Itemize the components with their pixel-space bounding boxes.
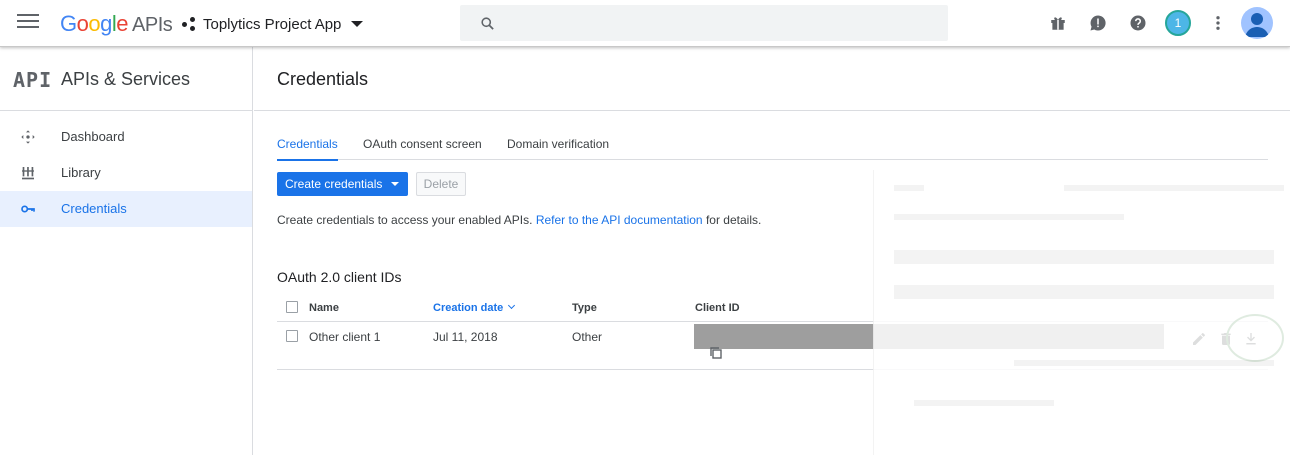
tab-credentials[interactable]: Credentials: [277, 137, 338, 161]
info-text: Create credentials to access your enable…: [277, 213, 761, 227]
top-bar: Google APIs Toplytics Project App 1: [0, 0, 1290, 47]
project-icon: [182, 17, 196, 31]
sidebar-item-dashboard[interactable]: Dashboard: [0, 119, 252, 155]
notification-badge[interactable]: 1: [1165, 10, 1191, 36]
project-name: Toplytics Project App: [203, 15, 342, 33]
column-header-name[interactable]: Name: [309, 302, 339, 314]
client-name-link[interactable]: Other client 1: [309, 330, 380, 344]
help-icon[interactable]: [1129, 14, 1147, 32]
sidebar: API APIs & Services Dashboard Library Cr…: [0, 47, 253, 455]
background-overlay: [873, 170, 1290, 455]
project-selector[interactable]: Toplytics Project App: [182, 13, 364, 35]
api-logo-icon: API: [13, 68, 53, 92]
page-title: Credentials: [277, 69, 369, 89]
api-documentation-link[interactable]: Refer to the API documentation: [536, 213, 703, 227]
client-type: Other: [572, 330, 603, 344]
section-title: OAuth 2.0 client IDs: [277, 269, 402, 285]
sidebar-item-credentials[interactable]: Credentials: [0, 191, 252, 227]
select-all-checkbox[interactable]: [286, 301, 298, 313]
sidebar-item-library[interactable]: Library: [0, 155, 252, 191]
caret-down-icon: [351, 21, 364, 27]
page-header: Credentials: [254, 47, 1290, 111]
column-header-label: Creation date: [433, 302, 504, 314]
column-header-type[interactable]: Type: [572, 302, 597, 314]
account-icon: [1245, 13, 1269, 37]
sort-arrow-icon: [508, 301, 516, 310]
search-icon: [481, 17, 494, 30]
sidebar-nav: Dashboard Library Credentials: [0, 119, 252, 227]
sidebar-item-label: Library: [61, 165, 101, 180]
column-header-creation-date[interactable]: Creation date: [433, 301, 516, 314]
tab-bar: Credentials OAuth consent screen Domain …: [277, 135, 1268, 161]
more-vert-icon[interactable]: [1209, 14, 1227, 32]
avatar[interactable]: [1241, 7, 1273, 39]
sidebar-item-label: Credentials: [61, 201, 127, 216]
info-suffix: for details.: [705, 213, 762, 227]
caret-down-icon: [391, 182, 399, 186]
create-credentials-button[interactable]: Create credentials: [277, 172, 408, 196]
dashboard-icon: [21, 130, 35, 144]
search-input[interactable]: [510, 11, 930, 35]
tab-oauth-consent-screen[interactable]: OAuth consent screen: [363, 137, 482, 159]
sidebar-header: API APIs & Services: [0, 47, 252, 111]
logo-google-text: Google: [60, 11, 129, 36]
row-checkbox[interactable]: [286, 330, 298, 342]
tab-domain-verification[interactable]: Domain verification: [507, 137, 609, 159]
menu-icon[interactable]: [17, 14, 39, 32]
sidebar-title: APIs & Services: [61, 69, 191, 89]
info-prefix: Create credentials to access your enable…: [277, 213, 533, 227]
delete-button[interactable]: Delete: [416, 172, 466, 196]
column-header-client-id[interactable]: Client ID: [695, 302, 740, 314]
creation-date: Jul 11, 2018: [433, 330, 498, 344]
library-icon: [22, 167, 34, 180]
feedback-icon[interactable]: [1089, 14, 1107, 32]
google-apis-logo[interactable]: Google APIs: [60, 11, 173, 37]
copy-icon[interactable]: [710, 347, 722, 359]
create-credentials-label: Create credentials: [285, 177, 383, 191]
sidebar-item-label: Dashboard: [61, 129, 125, 144]
search-bar[interactable]: [460, 5, 948, 41]
key-icon: [21, 205, 35, 213]
logo-apis-text: APIs: [132, 14, 173, 36]
gift-icon[interactable]: [1049, 14, 1067, 32]
